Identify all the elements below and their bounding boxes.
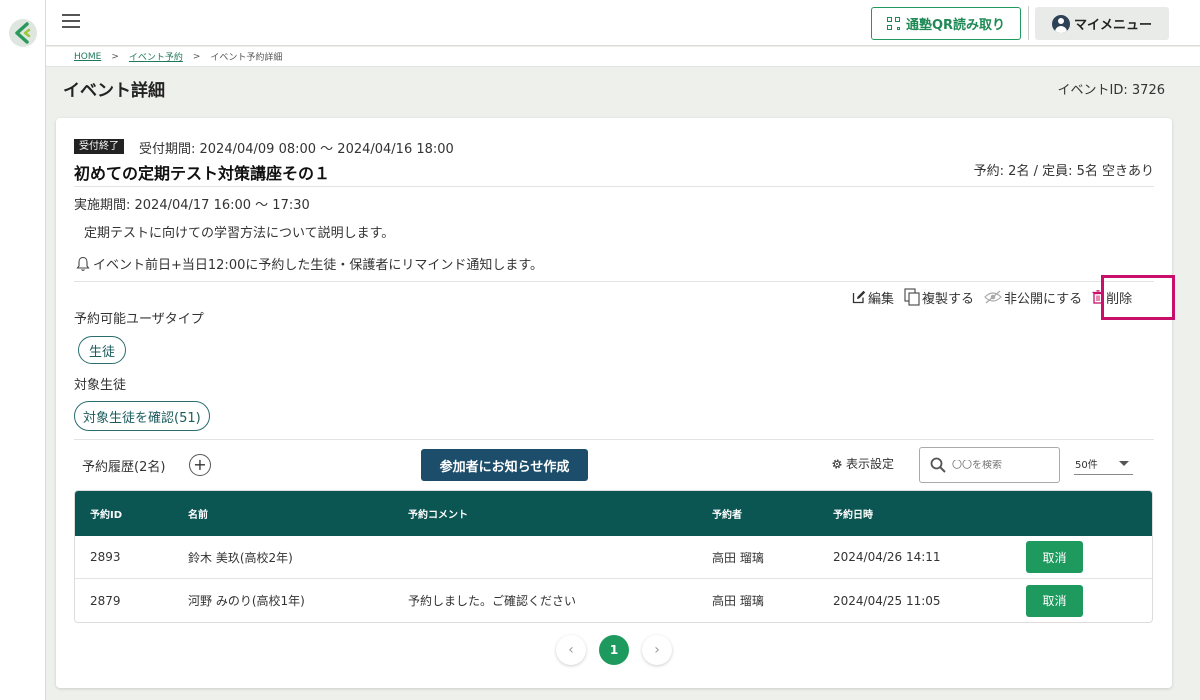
booking-id-cell: 2879 <box>90 593 121 608</box>
column-header[interactable]: 名前 <box>188 506 408 521</box>
search-input[interactable] <box>952 459 1047 471</box>
held-period: 実施期間: 2024/04/17 16:00 〜 17:30 <box>74 198 310 213</box>
search-field[interactable] <box>919 447 1060 483</box>
breadcrumb-separator: > <box>192 51 201 62</box>
capacity-info: 予約: 2名 / 定員: 5名 空きあり <box>973 164 1154 179</box>
breadcrumb: HOME > イベント予約 > イベント予約詳細 <box>46 47 1200 67</box>
breadcrumb-separator: > <box>111 51 119 62</box>
copy-icon <box>904 288 920 306</box>
per-page-value: 50件 <box>1075 460 1098 471</box>
name-cell: 鈴木 美玖(高校2年) <box>188 550 293 565</box>
event-actions: 編集 複製する 非公開にする 削除 <box>852 286 1132 308</box>
qr-button-label: 通塾QR読み取り <box>905 18 1006 33</box>
left-rail <box>0 0 46 700</box>
current-page-button[interactable]: 1 <box>599 635 629 665</box>
make-private-label: 非公開にする <box>1004 291 1083 307</box>
table-row: 2893 鈴木 美玖(高校2年) 高田 瑠璃 2024/04/26 14:11 … <box>75 536 1152 579</box>
caret-down-icon <box>1119 461 1129 466</box>
cancel-booking-button[interactable]: 取消 <box>1026 584 1083 617</box>
actions-cell: 取消 <box>1026 584 1152 617</box>
create-notice-button[interactable]: 参加者にお知らせ作成 <box>421 449 588 481</box>
booking-history-label: 予約履歴(2名) <box>82 460 166 475</box>
chevron-right-icon: › <box>654 642 660 658</box>
datetime-cell: 2024/04/26 14:11 <box>833 550 941 564</box>
booking-id-cell: 2893 <box>90 550 121 564</box>
divider <box>74 186 1154 187</box>
my-menu-button[interactable]: マイメニュー <box>1035 7 1169 40</box>
edit-button[interactable]: 編集 <box>852 288 894 307</box>
next-page-button[interactable]: › <box>642 635 672 665</box>
make-private-button[interactable]: 非公開にする <box>984 288 1082 307</box>
datetime-cell: 2024/04/25 11:05 <box>833 593 941 608</box>
user-type-chip: 生徒 <box>78 336 127 364</box>
event-name: 初めての定期テスト対策講座その１ <box>74 164 331 183</box>
table-header: 予約ID 名前 予約コメント 予約者 予約日時 <box>75 491 1152 536</box>
topbar-divider <box>1028 6 1029 40</box>
chevron-left-icon: ‹ <box>568 642 574 658</box>
bell-icon <box>76 256 90 271</box>
qr-code-icon <box>886 17 900 30</box>
column-header[interactable]: 予約コメント <box>408 506 712 521</box>
qr-scan-button[interactable]: 通塾QR読み取り <box>871 7 1021 40</box>
divider <box>74 281 1154 282</box>
display-settings-button[interactable]: 表示設定 <box>831 455 894 472</box>
edit-icon <box>852 290 866 304</box>
event-description: 定期テストに向けての学習方法について説明します。 <box>84 226 395 241</box>
reception-period: 受付期間: 2024/04/09 08:00 〜 2024/04/16 18:0… <box>139 142 454 157</box>
booker-cell: 高田 瑠璃 <box>712 594 764 608</box>
app-logo-icon[interactable] <box>8 18 38 48</box>
duplicate-label: 複製する <box>922 291 975 307</box>
prev-page-button[interactable]: ‹ <box>556 635 586 665</box>
display-settings-label: 表示設定 <box>846 457 895 471</box>
user-type-label: 予約可能ユーザタイプ <box>74 312 204 327</box>
column-header[interactable]: 予約者 <box>712 506 833 521</box>
search-icon <box>930 457 946 473</box>
table-row: 2879 河野 みのり(高校1年) 予約しました。ご確認ください 高田 瑠璃 2… <box>75 579 1152 622</box>
breadcrumb-current: イベント予約詳細 <box>210 53 283 63</box>
booking-table: 予約ID 名前 予約コメント 予約者 予約日時 2893 鈴木 美玖(高校2年)… <box>74 490 1153 623</box>
divider <box>74 439 1154 440</box>
my-menu-label: マイメニュー <box>1073 18 1152 33</box>
breadcrumb-events-link[interactable]: イベント予約 <box>129 50 183 63</box>
eye-off-icon <box>984 290 1002 304</box>
add-booking-button[interactable]: + <box>189 454 211 476</box>
event-id: イベントID: 3726 <box>1057 83 1165 98</box>
reminder-text: イベント前日+当日12:00に予約した生徒・保護者にリマインド通知します。 <box>93 258 544 273</box>
comment-cell: 予約しました。ご確認ください <box>408 594 577 608</box>
reminder-notice: イベント前日+当日12:00に予約した生徒・保護者にリマインド通知します。 <box>76 254 543 273</box>
duplicate-button[interactable]: 複製する <box>904 288 974 307</box>
plus-icon: + <box>193 455 207 474</box>
edit-label: 編集 <box>868 291 895 307</box>
booker-cell: 高田 瑠璃 <box>712 550 764 565</box>
confirm-target-students-button[interactable]: 対象生徒を確認(51) <box>74 401 210 431</box>
per-page-select[interactable]: 50件 <box>1074 453 1133 475</box>
cancel-booking-button[interactable]: 取消 <box>1026 541 1083 573</box>
breadcrumb-home-link[interactable]: HOME <box>74 52 101 62</box>
page-title: イベント詳細 <box>63 81 165 101</box>
delete-highlight-frame <box>1101 275 1175 320</box>
target-students-label: 対象生徒 <box>74 378 127 393</box>
actions-cell: 取消 <box>1026 541 1152 573</box>
event-detail-card: 受付終了 受付期間: 2024/04/09 08:00 〜 2024/04/16… <box>56 118 1175 688</box>
top-bar: 通塾QR読み取り マイメニュー <box>46 0 1200 46</box>
gear-icon <box>832 459 842 468</box>
hamburger-menu-icon[interactable] <box>62 14 80 30</box>
column-header[interactable]: 予約日時 <box>833 506 1026 521</box>
name-cell: 河野 みのり(高校1年) <box>188 594 305 608</box>
pagination: ‹ 1 › <box>556 635 672 665</box>
column-header[interactable]: 予約ID <box>75 506 188 521</box>
user-account-icon <box>1051 14 1070 33</box>
status-badge: 受付終了 <box>74 139 124 154</box>
